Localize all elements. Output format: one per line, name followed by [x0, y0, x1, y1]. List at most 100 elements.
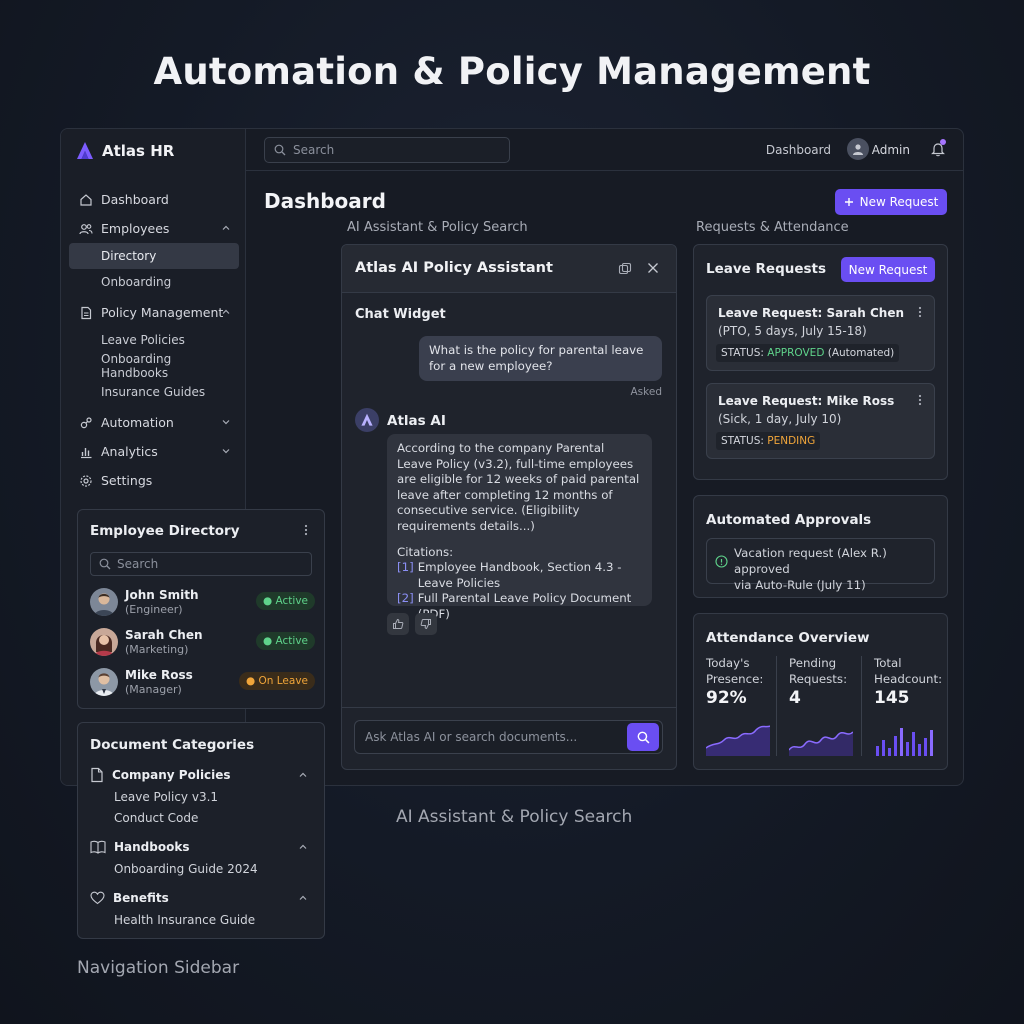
category-company-policies[interactable]: Company Policies — [90, 767, 231, 783]
sidebar-item-label: Employees — [101, 221, 170, 236]
chat-title: Atlas AI Policy Assistant — [355, 260, 553, 276]
section-label-requests: Requests & Attendance — [696, 220, 849, 235]
sidebar-item-policy-management[interactable]: Policy Management — [69, 298, 239, 327]
document-item[interactable]: Conduct Code — [114, 811, 198, 825]
atlas-logo-icon — [361, 413, 373, 426]
top-dashboard-link[interactable]: Dashboard — [766, 143, 831, 157]
search-icon — [99, 558, 111, 570]
leave-request-title: Leave Request: Mike Ross — [718, 394, 895, 408]
caption-navigation-sidebar: Navigation Sidebar — [77, 958, 240, 978]
headcount-bar-chart — [876, 728, 933, 756]
category-label: Handbooks — [114, 840, 190, 854]
sidebar-item-onboarding[interactable]: Onboarding — [69, 269, 239, 295]
leave-requests-card: Leave Requests New Request Leave Request… — [693, 244, 948, 480]
ai-answer-text: According to the company Parental Leave … — [397, 441, 640, 533]
more-vertical-icon[interactable] — [304, 524, 308, 536]
chat-input-placeholder: Ask Atlas AI or search documents... — [365, 730, 578, 744]
sidebar-item-dashboard[interactable]: Dashboard — [69, 185, 239, 214]
gear-icon — [79, 474, 93, 488]
pending-stat: Pending Requests: 4 — [789, 656, 847, 707]
chevron-up-icon[interactable] — [298, 893, 308, 903]
chevron-up-icon[interactable] — [221, 223, 231, 233]
sidebar-item-label: Analytics — [101, 444, 158, 459]
sidebar-item-label: Settings — [101, 473, 153, 488]
chat-footer: Ask Atlas AI or search documents... — [342, 707, 676, 769]
sidebar-item-directory[interactable]: Directory — [69, 243, 239, 269]
citations-label: Citations: — [397, 544, 454, 559]
directory-search-placeholder: Search — [117, 557, 159, 571]
pending-sparkline — [789, 731, 853, 756]
chat-send-button[interactable] — [627, 723, 659, 751]
top-bar: Search Dashboard Admin — [246, 129, 963, 171]
document-item[interactable]: Leave Policy v3.1 — [114, 790, 218, 804]
home-icon — [79, 193, 93, 207]
new-request-small-button[interactable]: New Request — [841, 257, 935, 282]
close-icon[interactable] — [647, 262, 659, 274]
thumbs-up-button[interactable] — [387, 613, 409, 635]
sidebar-item-label: Policy Management — [101, 305, 224, 320]
chevron-up-icon[interactable] — [298, 770, 308, 780]
employee-name: Sarah Chen — [125, 628, 203, 642]
new-request-label: New Request — [859, 195, 939, 209]
thumbs-up-icon — [393, 618, 404, 629]
search-input[interactable]: Search — [264, 137, 510, 163]
atlas-logo-icon — [77, 142, 93, 159]
chat-widget-label: Chat Widget — [355, 307, 446, 322]
category-benefits[interactable]: Benefits — [90, 891, 169, 905]
chevron-up-icon[interactable] — [298, 842, 308, 852]
document-item[interactable]: Health Insurance Guide — [114, 913, 255, 927]
document-categories-panel: Document Categories Company Policies Lea… — [77, 722, 325, 939]
chevron-up-icon[interactable] — [221, 307, 231, 317]
presence-sparkline — [706, 725, 770, 756]
status-badge: ● On Leave — [239, 672, 315, 690]
more-vertical-icon[interactable] — [918, 394, 922, 406]
employee-row[interactable]: John Smith (Engineer) ● Active — [90, 586, 315, 620]
thumbs-down-button[interactable] — [415, 613, 437, 635]
sidebar-item-insurance-guides[interactable]: Insurance Guides — [69, 379, 239, 405]
stat-label: Requests: — [789, 671, 848, 686]
chat-input[interactable]: Ask Atlas AI or search documents... — [354, 720, 663, 754]
chevron-down-icon[interactable] — [221, 446, 231, 456]
search-icon — [274, 144, 286, 156]
approval-item[interactable]: Vacation request (Alex R.) approved via … — [706, 538, 935, 592]
leave-request-item[interactable]: Leave Request: Sarah Chen (PTO, 5 days, … — [706, 295, 935, 371]
employee-name: Mike Ross — [125, 668, 193, 682]
divider — [776, 656, 777, 756]
sidebar-item-settings[interactable]: Settings — [69, 466, 239, 495]
category-label: Company Policies — [112, 768, 231, 782]
status-prefix: STATUS: — [721, 347, 764, 359]
status-badge-label: Active — [275, 595, 308, 607]
more-vertical-icon[interactable] — [918, 306, 922, 318]
copy-icon[interactable] — [618, 262, 632, 276]
status-badge: STATUS: PENDING — [716, 432, 821, 450]
book-icon — [90, 840, 106, 854]
chat-header: Atlas AI Policy Assistant — [342, 245, 676, 293]
citation-text: Employee Handbook, Section 4.3 - Leave P… — [417, 560, 622, 590]
leave-request-item[interactable]: Leave Request: Mike Ross (Sick, 1 day, J… — [706, 383, 935, 459]
status-badge: ● Active — [256, 632, 315, 650]
user-icon — [853, 144, 863, 155]
ai-name: Atlas AI — [387, 413, 446, 429]
hero-title: Automation & Policy Management — [153, 50, 871, 93]
citation-item[interactable]: [1] Employee Handbook, Section 4.3 - Lea… — [397, 560, 642, 591]
sidebar-item-automation[interactable]: Automation — [69, 408, 239, 437]
category-handbooks[interactable]: Handbooks — [90, 840, 189, 854]
sidebar-item-leave-policies[interactable]: Leave Policies — [69, 327, 239, 353]
sidebar-item-onboarding-handbooks[interactable]: Onboarding Handbooks — [69, 352, 239, 380]
employee-row[interactable]: Sarah Chen (Marketing) ● Active — [90, 626, 315, 660]
notification-dot — [940, 139, 946, 145]
new-request-button[interactable]: New Request — [835, 189, 947, 215]
document-item[interactable]: Onboarding Guide 2024 — [114, 862, 258, 876]
sidebar-item-analytics[interactable]: Analytics — [69, 437, 239, 466]
employee-role: (Marketing) — [125, 643, 189, 656]
ai-chat-widget: Atlas AI Policy Assistant Chat Widget Wh… — [341, 244, 677, 770]
brand-name: Atlas HR — [102, 142, 175, 160]
user-avatar[interactable] — [847, 138, 869, 160]
stat-value: 92% — [706, 688, 747, 708]
employee-row[interactable]: Mike Ross (Manager) ● On Leave — [90, 666, 315, 700]
sidebar-item-employees[interactable]: Employees — [69, 214, 239, 243]
brand[interactable]: Atlas HR — [75, 141, 174, 161]
user-name[interactable]: Admin — [872, 143, 910, 157]
directory-search-input[interactable]: Search — [90, 552, 312, 576]
chevron-down-icon[interactable] — [221, 417, 231, 427]
